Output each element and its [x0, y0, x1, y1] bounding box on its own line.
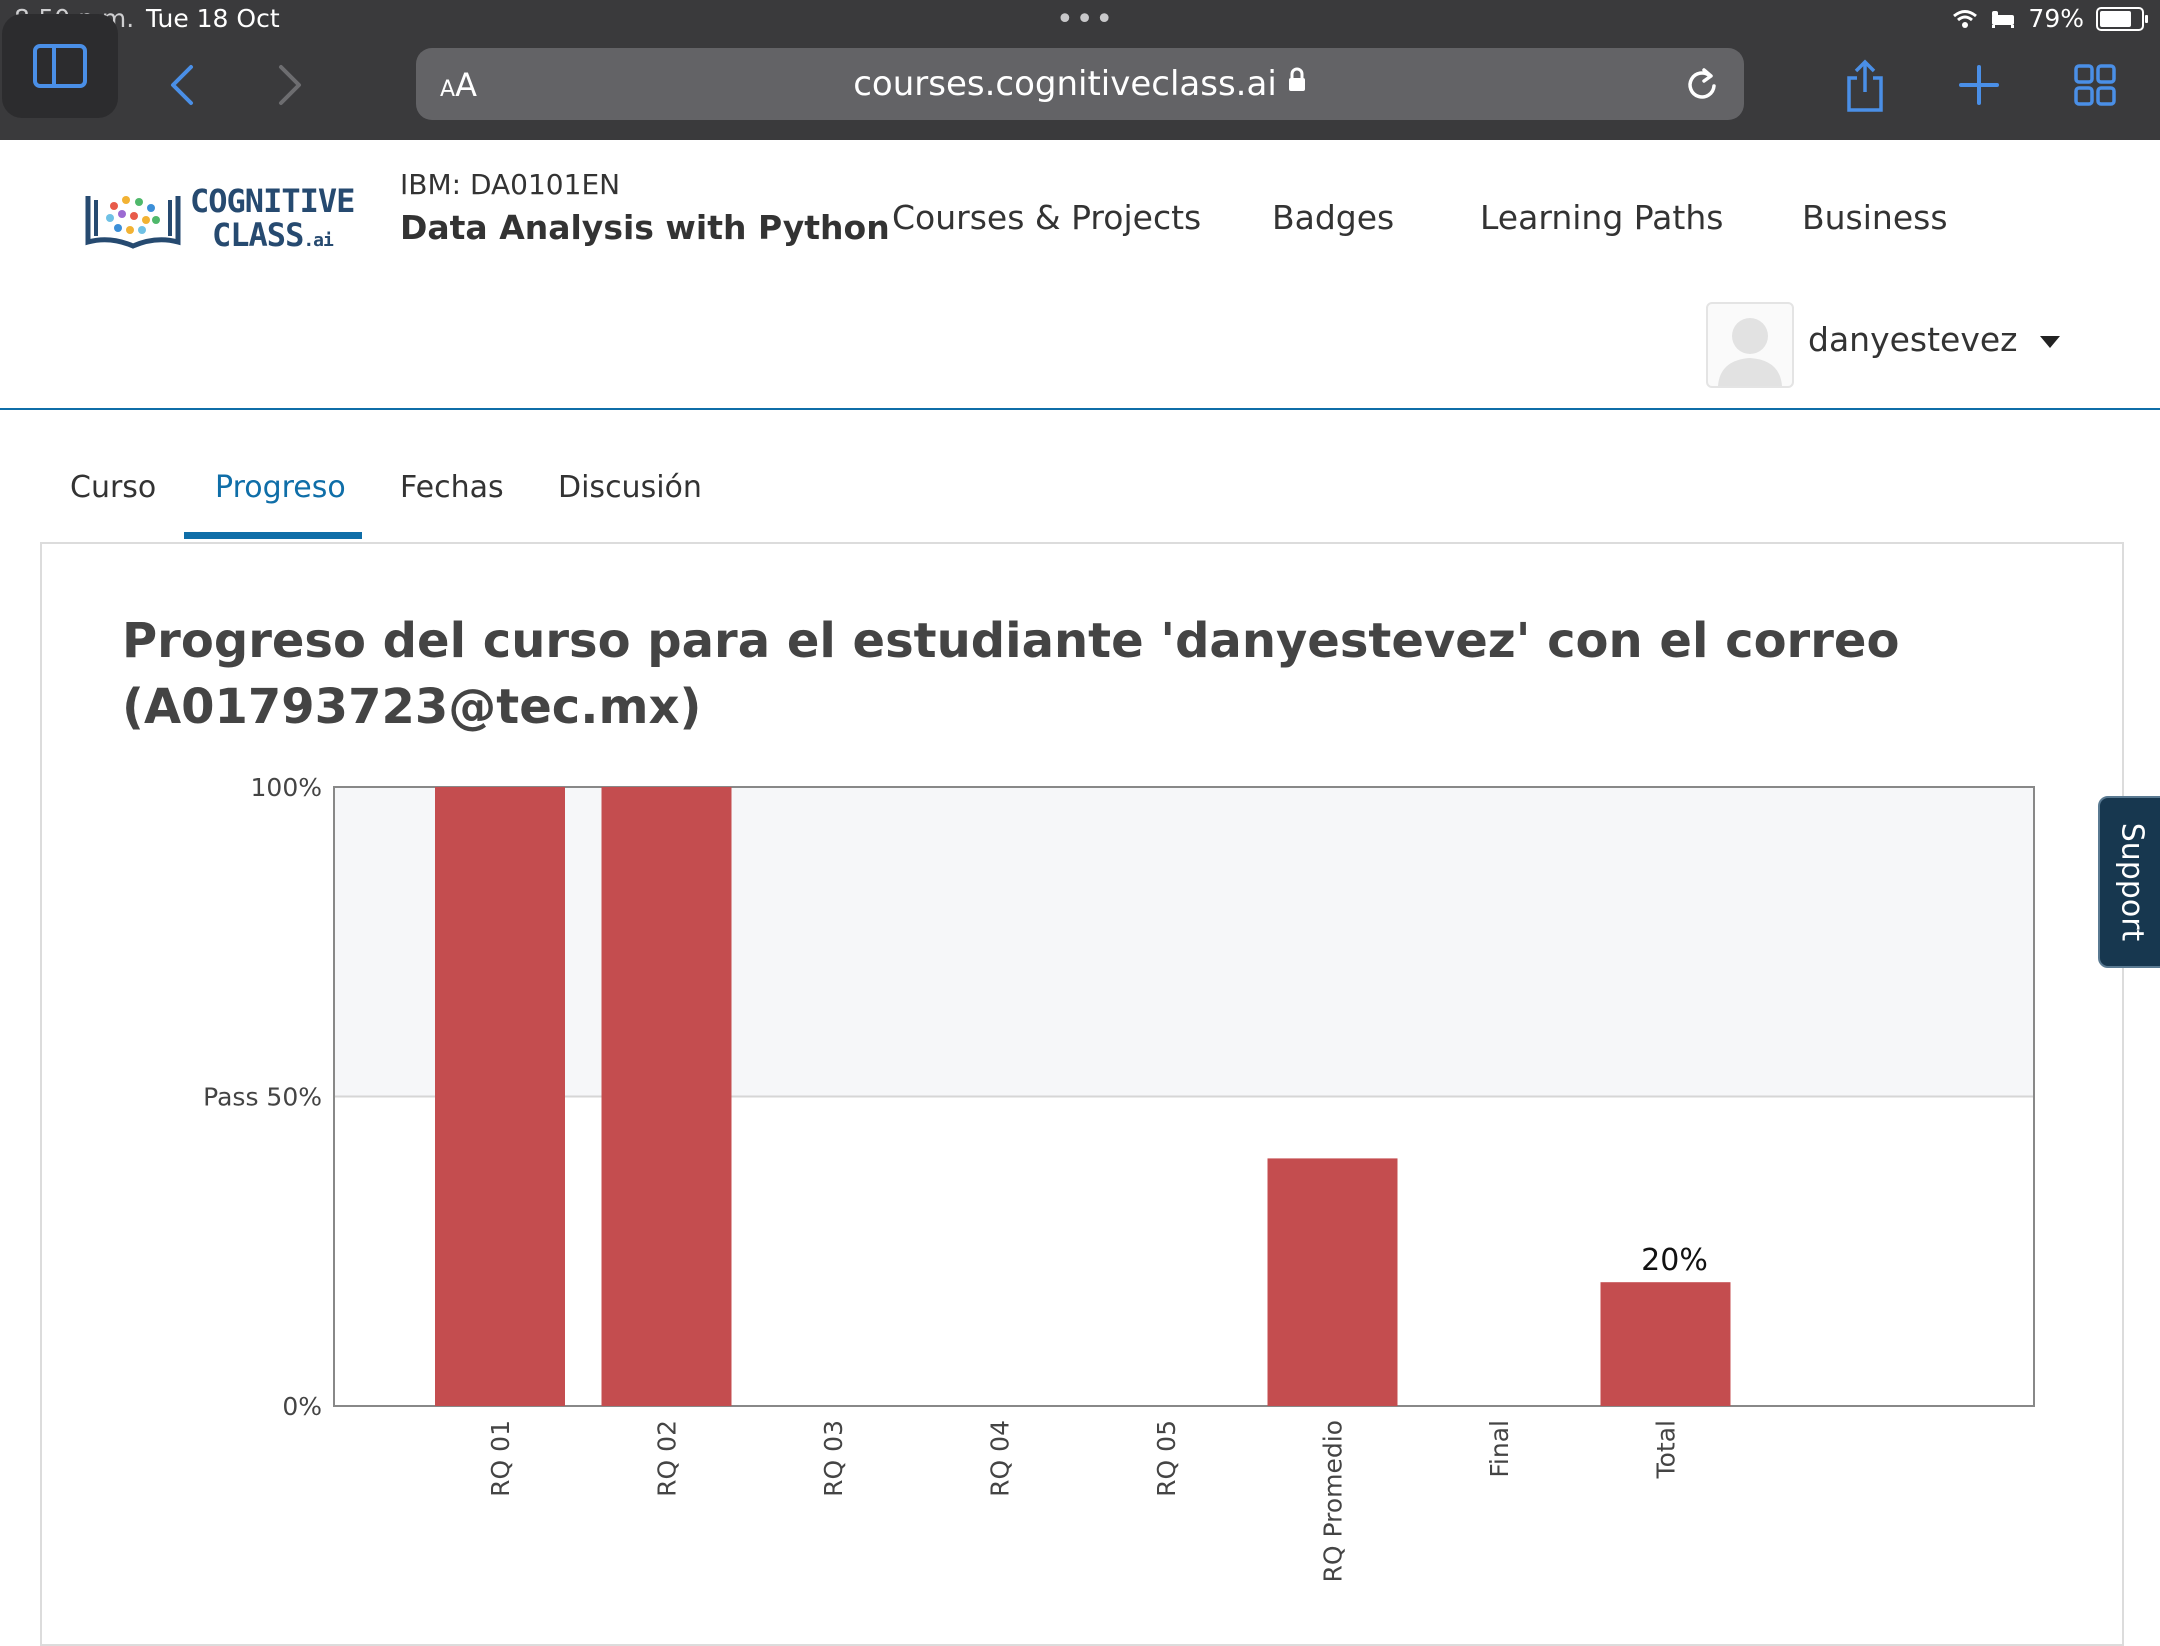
- data-label: 20%: [1641, 1243, 1708, 1278]
- x-tick-label: RQ 05: [1152, 1420, 1181, 1497]
- x-tick-label: RQ 01: [486, 1420, 515, 1497]
- bar[interactable]: [1267, 1158, 1398, 1406]
- x-tick-label: Total: [1652, 1420, 1681, 1479]
- bar[interactable]: [1600, 1282, 1731, 1406]
- y-tick-label: 0%: [282, 1392, 322, 1421]
- passing-region: [334, 787, 2034, 1097]
- bar[interactable]: [435, 787, 565, 1406]
- x-tick-label: RQ 02: [653, 1420, 682, 1497]
- x-tick-label: RQ 04: [986, 1420, 1015, 1497]
- support-button[interactable]: Support: [2098, 796, 2160, 968]
- support-label: Support: [2114, 822, 2150, 942]
- y-tick-label: 100%: [251, 773, 322, 802]
- progress-chart: 0% Pass 50% 100% RQ 01 RQ 02 RQ 03 RQ 04 RQ 05 R…: [203, 773, 2035, 1583]
- y-tick-label: Pass 50%: [203, 1083, 322, 1112]
- x-tick-label: RQ 03: [819, 1420, 848, 1497]
- x-tick-label: RQ Promedio: [1319, 1420, 1348, 1583]
- x-tick-label: Final: [1485, 1420, 1514, 1478]
- bar[interactable]: [601, 787, 732, 1406]
